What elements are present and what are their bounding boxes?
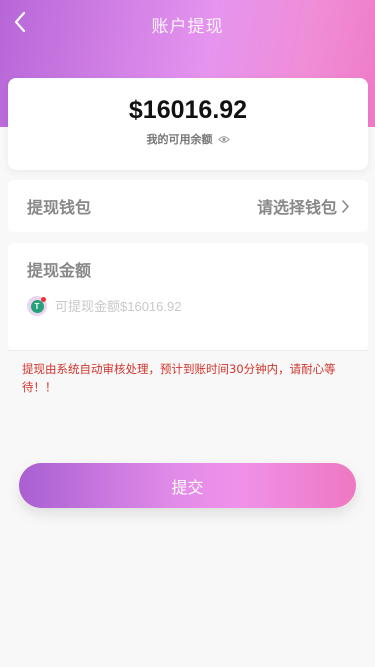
chevron-left-icon [14, 11, 26, 33]
amount-card: 提现金额 T [8, 243, 368, 351]
balance-card: $16016.92 我的可用余额 [8, 78, 368, 170]
balance-amount: $16016.92 [128, 96, 248, 124]
amount-input-row: T [27, 295, 352, 317]
amount-title: 提现金额 [27, 261, 92, 280]
submit-button[interactable]: 提交 [19, 463, 356, 508]
balance-label: 我的可用余额 [146, 133, 213, 146]
withdraw-notice: 提现由系统自动审核处理，预计到账时间30分钟内，请耐心等待！！ [22, 362, 336, 394]
balance-label-row: 我的可用余额 [8, 131, 368, 147]
amount-input[interactable] [55, 298, 335, 314]
wallet-selector[interactable]: 提现钱包 请选择钱包 [8, 180, 368, 232]
back-button[interactable] [6, 6, 34, 38]
wallet-select[interactable]: 请选择钱包 [257, 194, 350, 218]
wallet-select-text: 请选择钱包 [256, 198, 337, 217]
nav-bar: 账户提现 [0, 0, 375, 48]
usdt-icon: T [27, 296, 47, 316]
divider [8, 350, 368, 351]
eye-icon[interactable] [217, 135, 230, 144]
wallet-label: 提现钱包 [27, 198, 92, 217]
chevron-right-icon [342, 199, 349, 213]
page-title: 账户提现 [151, 16, 224, 37]
